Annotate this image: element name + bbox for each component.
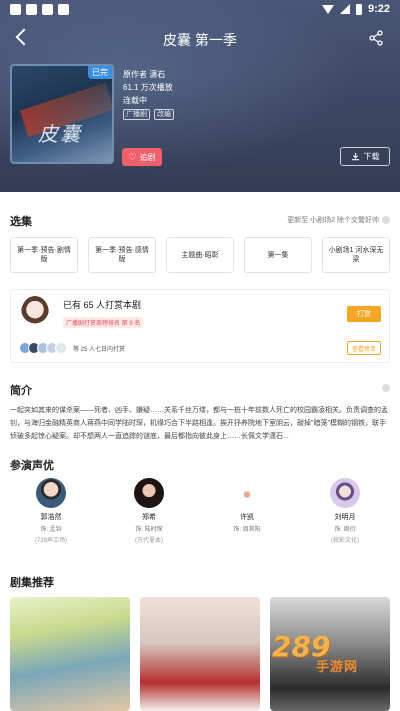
heart-icon: ♡ [128, 151, 137, 162]
chevron-right-icon [382, 216, 390, 225]
play-count: 61.1 万次播放 [123, 83, 173, 92]
actor-card[interactable]: 郭浩然 饰: 孟钊 (729声工场) [16, 478, 86, 544]
cast-title: 参演声优 [10, 460, 54, 472]
follow-button[interactable]: ♡ 追剧 [122, 148, 162, 166]
actor-card[interactable]: 郑希 饰: 陆时琛 (万代夏本) [114, 478, 184, 544]
avatar [330, 478, 360, 508]
notification-icon [10, 3, 21, 15]
cover-status-badge: 已完 [88, 66, 112, 79]
avatar [36, 478, 66, 508]
clock: 9:22 [367, 3, 390, 15]
episode-item[interactable]: 第一季·预告·感情版 [88, 237, 156, 273]
intro-text[interactable]: 一起突如其来的谋杀案——死者、凶手、嫌疑……关系千丝万缕，都与一桩十年前数人死亡… [10, 404, 390, 443]
avatar [232, 478, 262, 508]
author: 原作者 潇石 [123, 70, 166, 79]
episodes-title: 选集 [10, 216, 32, 228]
chevron-right-icon[interactable] [382, 384, 390, 392]
notification-icon [26, 3, 37, 15]
page-title: 皮囊 第一季 [163, 32, 237, 48]
reward-card: 已有 65 人打赏本剧 广播剧打赏周榜排名 第 9 名 打赏 等 25 人七日内… [10, 289, 390, 363]
notification-icon [42, 3, 53, 15]
nav-bar: 皮囊 第一季 [0, 24, 400, 52]
serial-status: 连载中 [123, 96, 147, 105]
supporter-avatars [19, 342, 67, 354]
notification-icon [58, 3, 69, 15]
episodes-update[interactable]: 更新至 小剧场2 除个交警好帅 [287, 215, 390, 225]
recommend-item[interactable] [140, 597, 260, 711]
episode-item[interactable]: 小剧场1 河水深无梁 [322, 237, 390, 273]
episode-list: 第一季·预告·剧情版 第一季·预告·感情版 主题曲·昭彰 第一集 小剧场1 河水… [10, 237, 400, 273]
actor-card[interactable]: 许凯 饰: 周其阳 [212, 478, 282, 535]
reward-button[interactable]: 打赏 [347, 306, 381, 322]
avatar [134, 478, 164, 508]
wifi-icon [321, 4, 334, 14]
episode-item[interactable]: 主题曲·昭彰 [166, 237, 234, 273]
share-icon[interactable] [366, 28, 386, 48]
weekly-supporters: 等 25 人七日内打赏 [73, 347, 126, 353]
view-ranking-button[interactable]: 查看榜单 [347, 341, 381, 355]
reward-count: 已有 65 人打赏本剧 [63, 300, 142, 310]
actor-card[interactable]: 刘明月 饰: 周衍 (寂彩文化) [310, 478, 380, 544]
download-button[interactable]: 下载 [340, 147, 390, 166]
download-icon [351, 152, 359, 161]
recommend-title: 剧集推荐 [10, 577, 54, 589]
tag[interactable]: 改编 [154, 109, 174, 120]
status-bar: 9:22 [0, 0, 400, 18]
recommend-item[interactable] [10, 597, 130, 711]
cover-title: 皮囊 [38, 122, 82, 146]
drama-meta: 原作者 潇石 61.1 万次播放 连载中 广播剧 改编 [123, 68, 174, 120]
reward-rank: 广播剧打赏周榜排名 第 9 名 [63, 317, 144, 328]
episode-item[interactable]: 第一集 [244, 237, 312, 273]
signal-icon [339, 4, 350, 14]
cast-list: 郭浩然 饰: 孟钊 (729声工场) 郑希 饰: 陆时琛 (万代夏本) 许凯 饰… [0, 478, 400, 558]
cover-image[interactable]: 皮囊 已完 [10, 64, 114, 164]
tag[interactable]: 广播剧 [123, 109, 150, 120]
episode-item[interactable]: 第一季·预告·剧情版 [10, 237, 78, 273]
intro-title: 简介 [10, 385, 32, 397]
avatar [55, 342, 67, 354]
hero-banner: 9:22 皮囊 第一季 皮囊 已完 原作者 潇石 61.1 万次播放 连载中 广… [0, 0, 400, 192]
battery-icon [355, 3, 362, 15]
avatar [21, 296, 49, 330]
watermark-logo: 289 手游网 [272, 630, 359, 674]
